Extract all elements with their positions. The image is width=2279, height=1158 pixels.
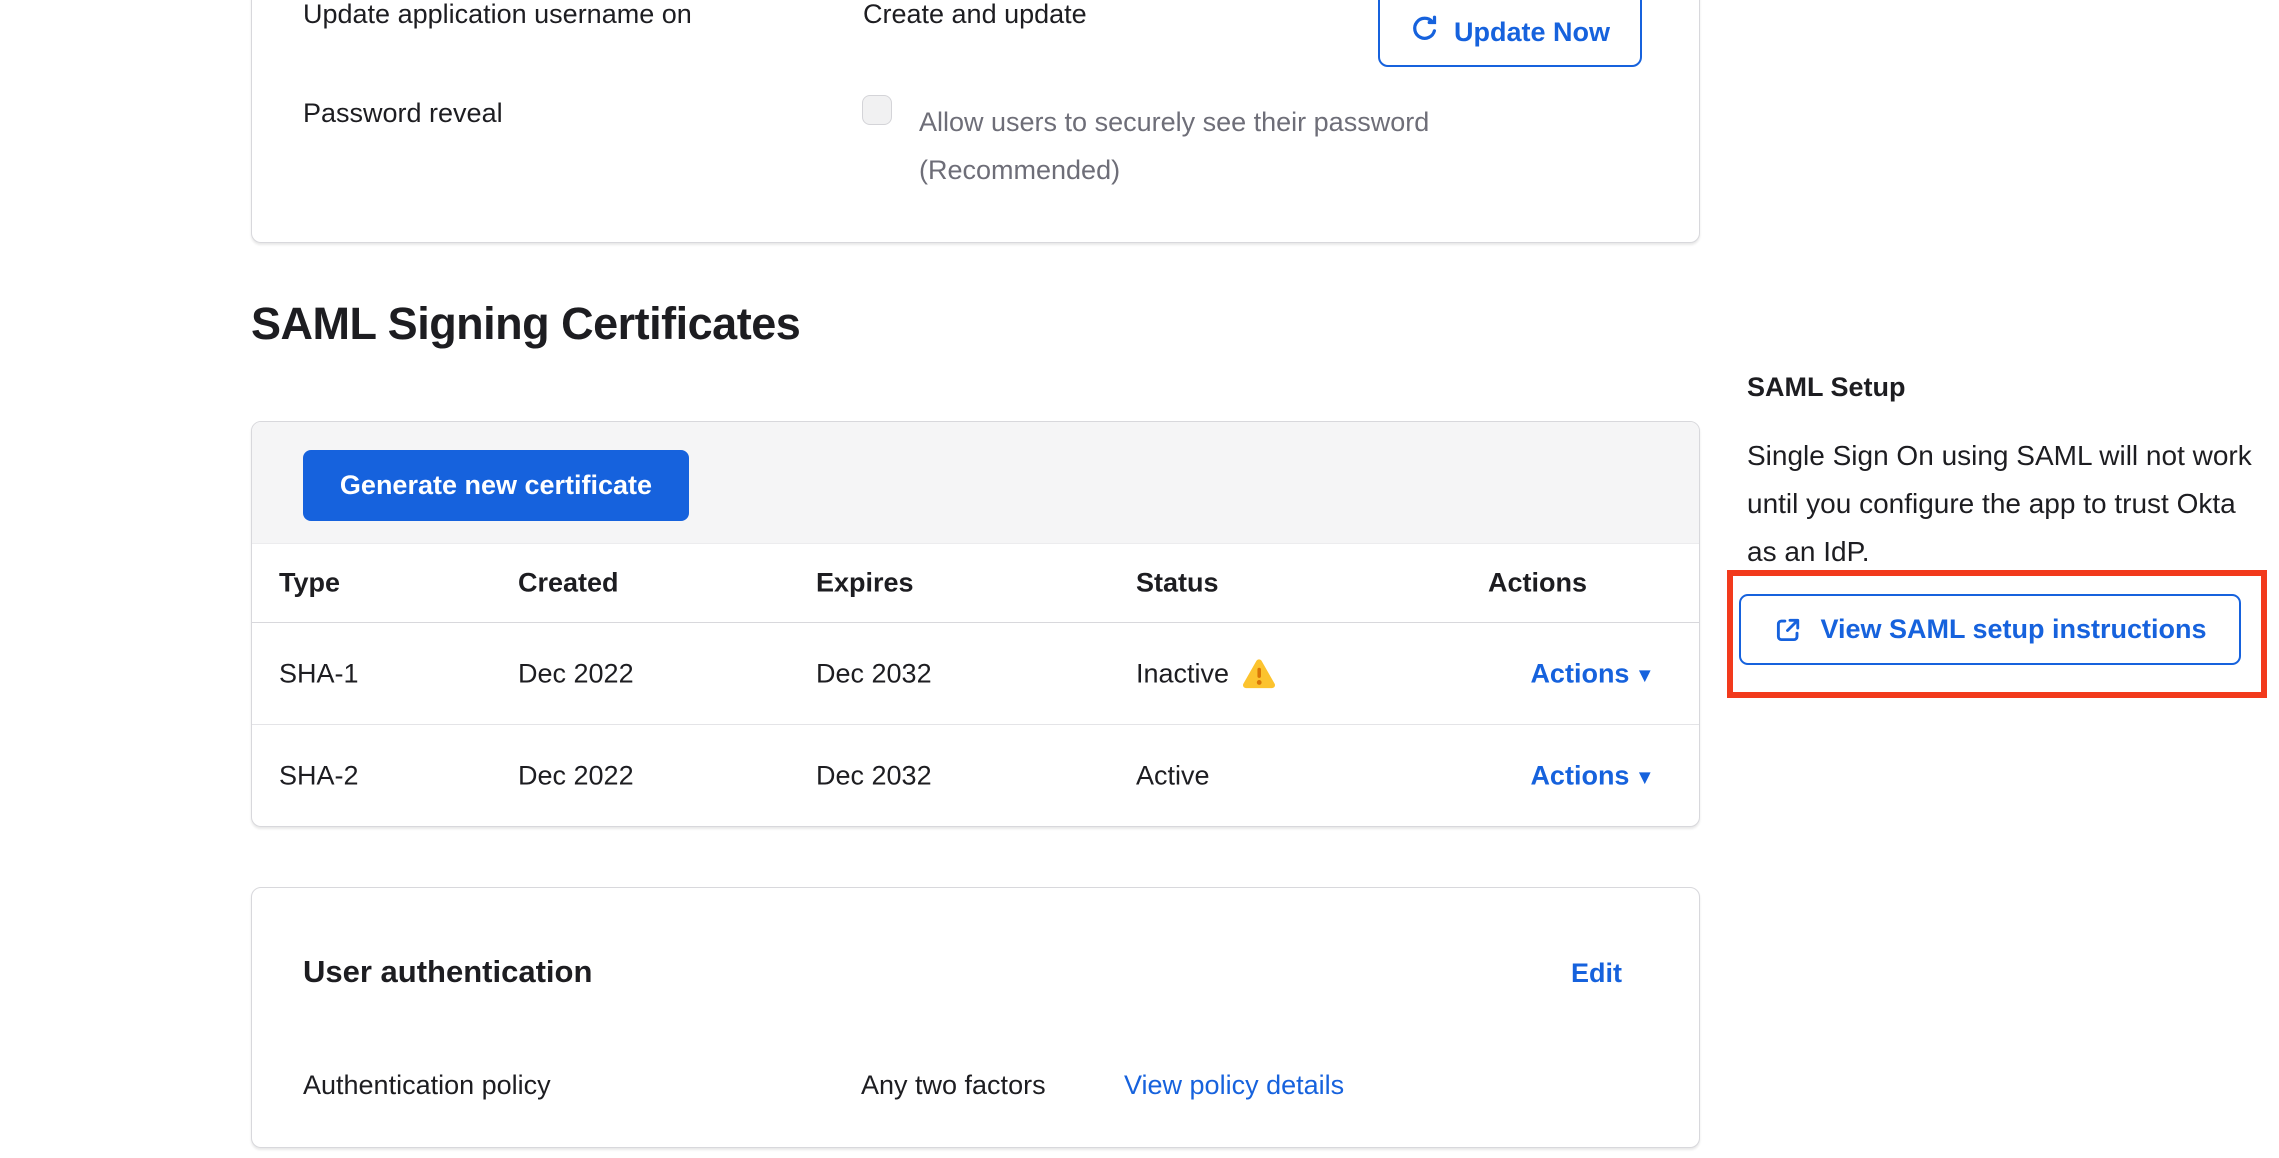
header-type: Type (279, 568, 340, 599)
sign-on-settings-card: Update application username on Create an… (251, 0, 1700, 243)
username-update-value: Create and update (863, 0, 1087, 30)
password-reveal-label: Password reveal (303, 98, 503, 129)
user-authentication-title: User authentication (303, 954, 592, 990)
generate-certificate-button[interactable]: Generate new certificate (303, 450, 689, 521)
caret-down-icon: ▾ (1639, 767, 1650, 788)
cell-created: Dec 2022 (518, 761, 634, 792)
status-text: Inactive (1136, 658, 1229, 689)
header-status: Status (1136, 568, 1219, 599)
update-now-button[interactable]: Update Now (1378, 0, 1642, 67)
refresh-icon (1410, 14, 1440, 51)
authentication-policy-value: Any two factors (861, 1070, 1046, 1101)
cell-type: SHA-1 (279, 658, 359, 689)
saml-setup-description: Single Sign On using SAML will not work … (1747, 432, 2272, 576)
actions-label: Actions (1530, 761, 1629, 792)
password-reveal-checkbox-label: Allow users to securely see their passwo… (919, 98, 1499, 194)
cell-created: Dec 2022 (518, 658, 634, 689)
saml-certificates-card: Generate new certificate Type Created Ex… (251, 421, 1700, 827)
row-actions-dropdown[interactable]: Actions ▾ (1530, 761, 1650, 792)
table-row-sha1: SHA-1 Dec 2022 Dec 2032 Inactive Actions… (252, 623, 1699, 725)
header-actions: Actions (1488, 568, 1587, 599)
table-row-sha2: SHA-2 Dec 2022 Dec 2032 Active Actions ▾ (252, 725, 1699, 827)
certificates-table-header: Type Created Expires Status Actions (252, 544, 1699, 623)
caret-down-icon: ▾ (1639, 664, 1650, 685)
row-actions-dropdown[interactable]: Actions ▾ (1530, 658, 1650, 689)
actions-label: Actions (1530, 658, 1629, 689)
cell-expires: Dec 2032 (816, 761, 932, 792)
warning-icon (1242, 658, 1276, 689)
edit-link[interactable]: Edit (1571, 958, 1622, 989)
cell-status: Inactive (1136, 658, 1276, 689)
saml-certificates-heading: SAML Signing Certificates (251, 298, 800, 350)
saml-setup-title: SAML Setup (1747, 372, 1906, 403)
password-reveal-checkbox[interactable] (862, 95, 892, 125)
okta-app-settings-page: Update application username on Create an… (0, 0, 2279, 1158)
view-saml-instructions-label: View SAML setup instructions (1820, 614, 2206, 645)
cell-expires: Dec 2032 (816, 658, 932, 689)
cell-type: SHA-2 (279, 761, 359, 792)
header-expires: Expires (816, 568, 914, 599)
view-saml-instructions-button[interactable]: View SAML setup instructions (1739, 594, 2241, 665)
status-text: Active (1136, 761, 1210, 792)
username-update-label: Update application username on (303, 0, 692, 30)
user-authentication-card: User authentication Edit Authentication … (251, 887, 1700, 1148)
external-link-icon (1773, 615, 1803, 645)
view-policy-details-link[interactable]: View policy details (1124, 1070, 1344, 1101)
header-created: Created (518, 568, 619, 599)
update-now-label: Update Now (1454, 17, 1610, 48)
authentication-policy-label: Authentication policy (303, 1070, 551, 1101)
cell-status: Active (1136, 761, 1210, 792)
